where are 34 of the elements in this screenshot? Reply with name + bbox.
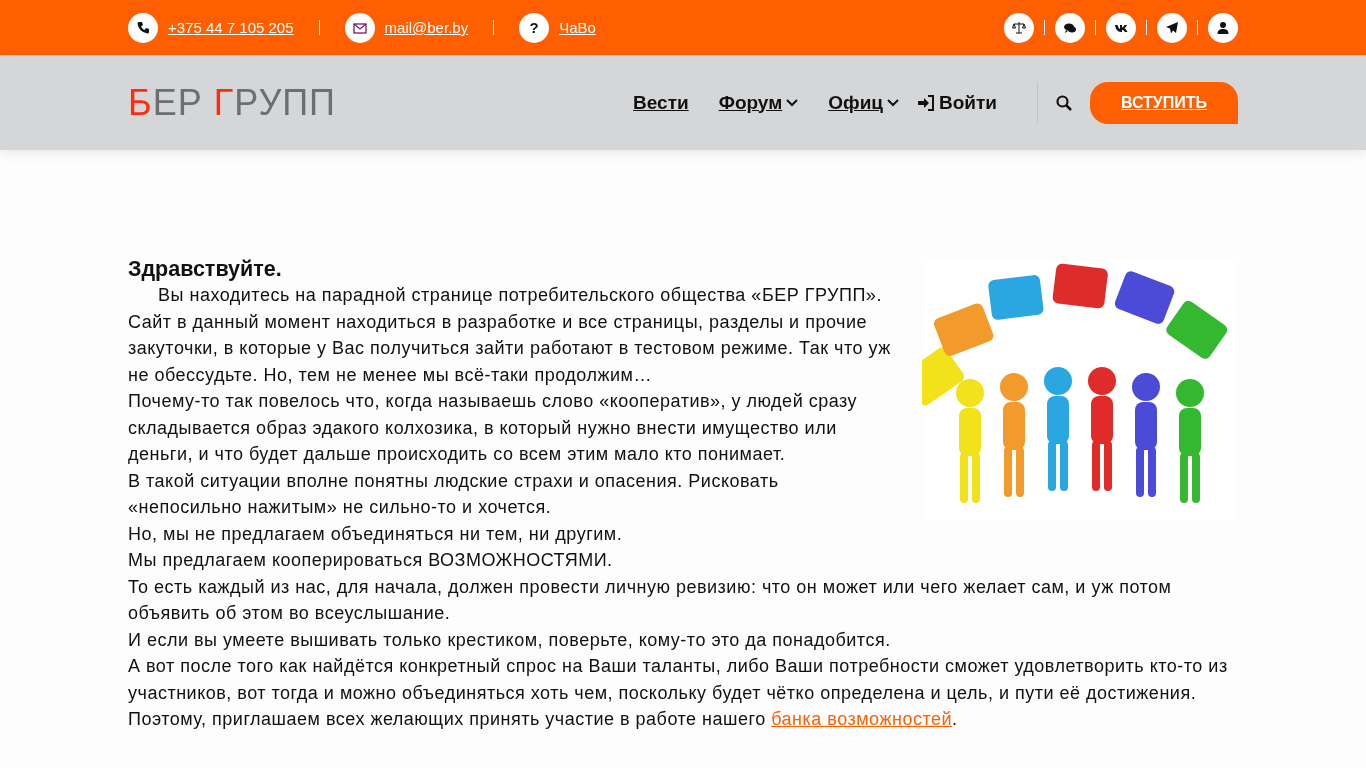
opportunities-bank-link[interactable]: банка возможностей (771, 709, 953, 729)
paragraph: А вот после того как найдётся конкретный спрос на Ваши таланты, либо Ваши потребности сможет удовлетворить кто-то из участников, вот тогда и можно объединяться хоть чем, поскольку будет чётко определена и цель, и пути её достижения. (128, 655, 1229, 705)
paragraph: Мы предлагаем кооперироваться ВОЗМОЖНОСТЯМИ. (128, 549, 614, 572)
search-icon[interactable] (1056, 94, 1072, 111)
faq-link[interactable]: ЧаВо (559, 19, 596, 36)
paragraph: Но, мы не предлагаем объединяться ни тем, ни другим. (128, 522, 624, 546)
paragraph: Поэтому, приглашаем всех желающих принять участие в работе нашего банка возможностей. (128, 708, 959, 731)
paragraph: И если вы умеете вышивать только крестиком, поверьте, кому-то это да понадобится. (128, 628, 892, 652)
social-button[interactable] (1055, 12, 1085, 43)
email-link[interactable]: mail@ber.by (384, 19, 469, 36)
paragraph: Вы находитесь на парадной странице потребительского общества «БЕР ГРУПП». Сайт в данный момент находиться в разработке и все страницы, разделы и прочие закуточки, в которые у Вас получиться зайти работают в тестовом режиме. Так что уж не обессудьте. Но, тем не менее мы всё-таки продолжим… (128, 284, 892, 387)
scales-icon (1012, 20, 1026, 35)
paragraph: В такой ситуации вполне понятны людские страхи и опасения. Рисковать «непосильно нажитым» не сильно-то и хочется. (128, 469, 780, 519)
social-button[interactable] (1106, 12, 1136, 43)
paragraph: Почему-то так повелось что, когда называешь слово «кооператив», у людей сразу складывается образ эдакого колхозика, в который нужно внести имущество или деньги, и что будет дальше происходить со всем этим мало кто понимает. (128, 390, 859, 466)
social-button[interactable] (1157, 12, 1187, 43)
join-button[interactable]: ВСТУПИТЬ (1090, 81, 1238, 124)
phone-icon (136, 20, 150, 35)
chevron-down-icon (887, 98, 899, 107)
nav-menu[interactable]: Офиц (828, 91, 899, 114)
paragraph: То есть каждый из нас, для начала, должен провести личную ревизию: что он может или чего желает сам, и уж потом объявить об этом во всеуслышание. (128, 575, 1173, 625)
nav-link[interactable]: Вести (633, 91, 689, 114)
sign-in-icon (917, 94, 935, 111)
greeting-heading: Здравствуйте. (128, 256, 283, 282)
envelope-icon (352, 20, 367, 35)
user-icon (1216, 20, 1230, 35)
chevron-down-icon (786, 98, 799, 107)
phone-link[interactable]: +375 44 7 105 205 (168, 19, 294, 36)
social-button[interactable] (1208, 12, 1238, 43)
login-link[interactable]: Войти (917, 91, 997, 114)
logo[interactable]: БЕР ГРУПП (128, 81, 336, 124)
paper-plane-icon (1165, 20, 1179, 35)
question-icon: ? (519, 12, 550, 43)
nav-menu[interactable]: Форум (718, 91, 799, 114)
